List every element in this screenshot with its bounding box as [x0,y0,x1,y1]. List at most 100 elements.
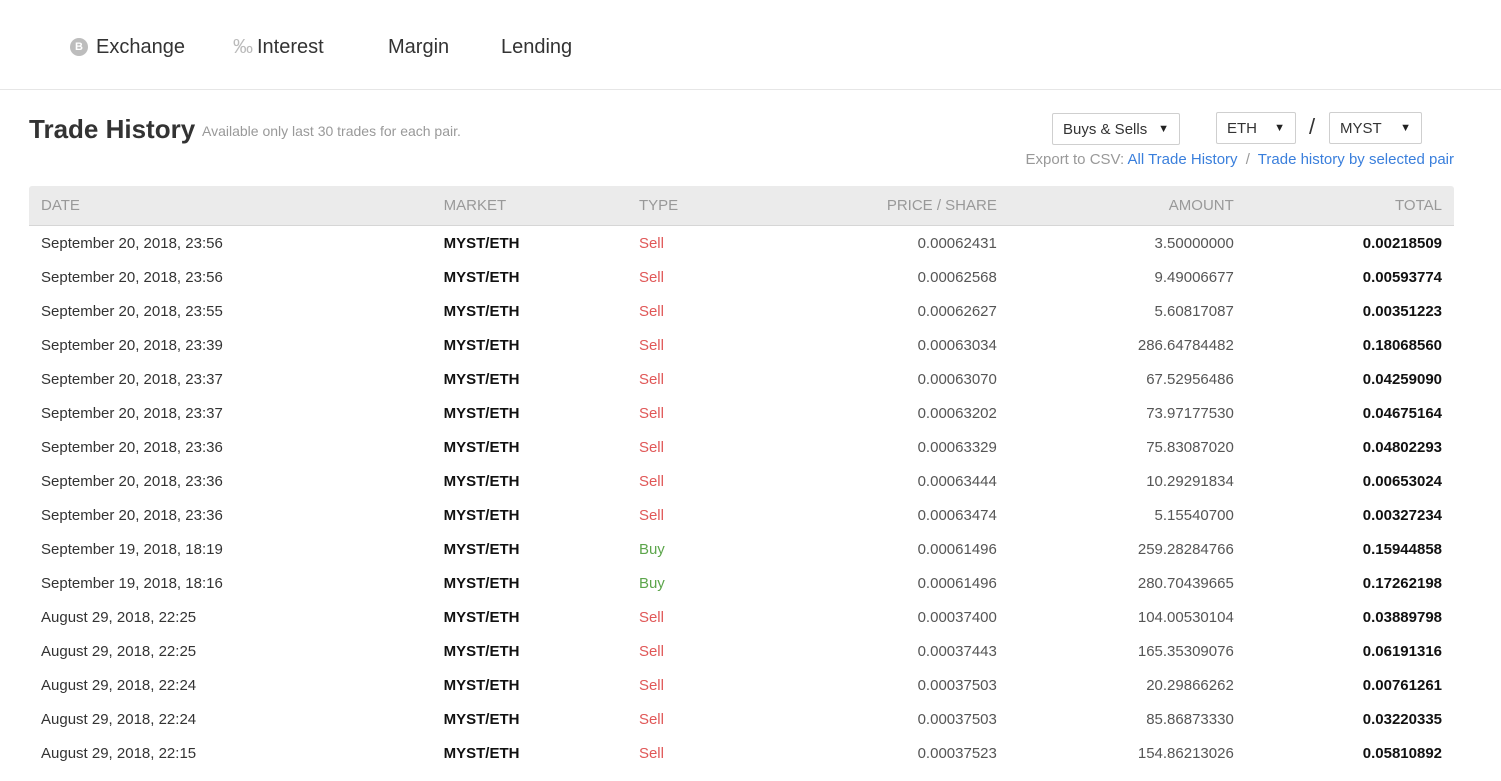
export-separator: / [1245,151,1250,168]
cell-total: 0.00327234 [1362,506,1442,524]
cell-total: 0.04675164 [1362,404,1442,422]
cell-type: Sell [638,506,664,524]
cell-price: 0.00037443 [917,642,997,660]
cell-market: MYST/ETH [443,540,520,558]
cell-amount: 286.64784482 [1137,336,1234,354]
cell-amount: 165.35309076 [1137,642,1234,660]
header-market: Market [443,197,507,214]
cell-market: MYST/ETH [443,608,520,626]
nav-lending[interactable]: Lending [501,34,572,60]
cell-market: MYST/ETH [443,370,520,388]
cell-price: 0.00063329 [917,438,997,456]
table-row: September 20, 2018, 23:37 MYST/ETH Sell 0.0… [29,396,1454,430]
cell-price: 0.00037400 [917,608,997,626]
pair-separator: / [1309,114,1316,139]
cell-date: September 20, 2018, 23:37 [41,370,223,388]
cell-date: September 20, 2018, 23:36 [41,506,223,524]
cell-market: MYST/ETH [443,404,520,422]
header-price: Price / Share [886,197,997,214]
quote-currency-select[interactable]: MYST ▼ [1329,112,1422,144]
export-selected-pair-link[interactable]: Trade history by selected pair [1258,151,1454,168]
cell-market: MYST/ETH [443,268,520,286]
export-label: Export to CSV: [1025,151,1125,168]
cell-amount: 154.86213026 [1137,744,1234,762]
export-csv-bar: Export to CSV: All Trade History / Trade… [1026,151,1455,168]
top-navigation: B Exchange ‰ Interest Margin Lending [0,0,1501,90]
export-all-trade-history-link[interactable]: All Trade History [1128,151,1238,168]
cell-total: 0.18068560 [1362,336,1442,354]
table-row: September 20, 2018, 23:36 MYST/ETH Sell 0.0… [29,498,1454,532]
nav-exchange-label: Exchange [96,35,185,58]
cell-total: 0.15944858 [1362,540,1442,558]
header-date: Date [41,197,80,214]
cell-date: August 29, 2018, 22:24 [41,676,197,694]
cell-type: Sell [638,336,664,354]
cell-total: 0.00593774 [1362,268,1442,286]
trade-type-select[interactable]: Buys & Sells ▼ [1052,113,1180,145]
cell-market: MYST/ETH [443,472,520,490]
cell-type: Sell [638,268,664,286]
cell-market: MYST/ETH [443,234,520,252]
cell-price: 0.00061496 [917,540,997,558]
cell-amount: 5.60817087 [1154,302,1234,320]
cell-total: 0.04802293 [1362,438,1442,456]
cell-date: August 29, 2018, 22:24 [41,710,197,728]
cell-amount: 67.52956486 [1146,370,1234,388]
base-currency-select-value: ETH [1227,119,1257,137]
cell-market: MYST/ETH [443,574,520,592]
cell-type: Buy [638,540,665,558]
cell-date: September 20, 2018, 23:36 [41,438,223,456]
cell-date: September 19, 2018, 18:16 [41,574,223,592]
table-row: August 29, 2018, 22:24 MYST/ETH Sell 0.0003… [29,668,1454,702]
cell-total: 0.00218509 [1362,234,1442,252]
cell-price: 0.00037523 [917,744,997,762]
nav-exchange[interactable]: B Exchange [70,34,185,60]
cell-price: 0.00063034 [917,336,997,354]
table-row: September 20, 2018, 23:56 MYST/ETH Sell 0.0… [29,260,1454,294]
base-currency-select[interactable]: ETH ▼ [1216,112,1296,144]
cell-total: 0.00351223 [1362,302,1442,320]
cell-amount: 3.50000000 [1154,234,1234,252]
cell-date: September 20, 2018, 23:56 [41,268,223,286]
cell-date: August 29, 2018, 22:25 [41,642,197,660]
cell-price: 0.00037503 [917,710,997,728]
chevron-down-icon: ▼ [1400,122,1411,134]
cell-date: August 29, 2018, 22:25 [41,608,197,626]
cell-price: 0.00062627 [917,302,997,320]
table-row: September 20, 2018, 23:39 MYST/ETH Sell 0.0… [29,328,1454,362]
table-row: September 19, 2018, 18:19 MYST/ETH Buy 0.00… [29,532,1454,566]
cell-type: Buy [638,574,665,592]
nav-interest-label: Interest [257,35,324,58]
cell-price: 0.00037503 [917,676,997,694]
cell-type: Sell [638,404,664,422]
cell-type: Sell [638,438,664,456]
cell-amount: 104.00530104 [1137,608,1234,626]
cell-market: MYST/ETH [443,336,520,354]
cell-price: 0.00063202 [917,404,997,422]
table-body: September 20, 2018, 23:56 MYST/ETH Sell 0.0… [29,226,1454,770]
table-row: September 20, 2018, 23:56 MYST/ETH Sell 0.0… [29,226,1454,260]
cell-amount: 280.70439665 [1137,574,1234,592]
nav-margin[interactable]: Margin [388,34,449,60]
nav-margin-label: Margin [388,35,450,58]
cell-market: MYST/ETH [443,676,520,694]
cell-amount: 75.83087020 [1146,438,1234,456]
cell-market: MYST/ETH [443,744,520,762]
cell-total: 0.03889798 [1362,608,1442,626]
cell-type: Sell [638,608,664,626]
cell-price: 0.00062431 [917,234,997,252]
cell-type: Sell [638,370,664,388]
table-row: August 29, 2018, 22:24 MYST/ETH Sell 0.0003… [29,702,1454,736]
cell-total: 0.00653024 [1362,472,1442,490]
cell-total: 0.06191316 [1362,642,1442,660]
cell-amount: 5.15540700 [1154,506,1234,524]
cell-type: Sell [638,234,664,252]
cell-total: 0.03220335 [1362,710,1442,728]
nav-interest[interactable]: ‰ Interest [233,34,324,60]
cell-total: 0.05810892 [1362,744,1442,762]
cell-date: September 20, 2018, 23:37 [41,404,223,422]
cell-date: September 20, 2018, 23:56 [41,234,223,252]
page-subtitle: Available only last 30 trades for each p… [202,123,461,139]
trade-type-select-value: Buys & Sells [1063,120,1148,138]
table-row: September 20, 2018, 23:36 MYST/ETH Sell 0.0… [29,430,1454,464]
